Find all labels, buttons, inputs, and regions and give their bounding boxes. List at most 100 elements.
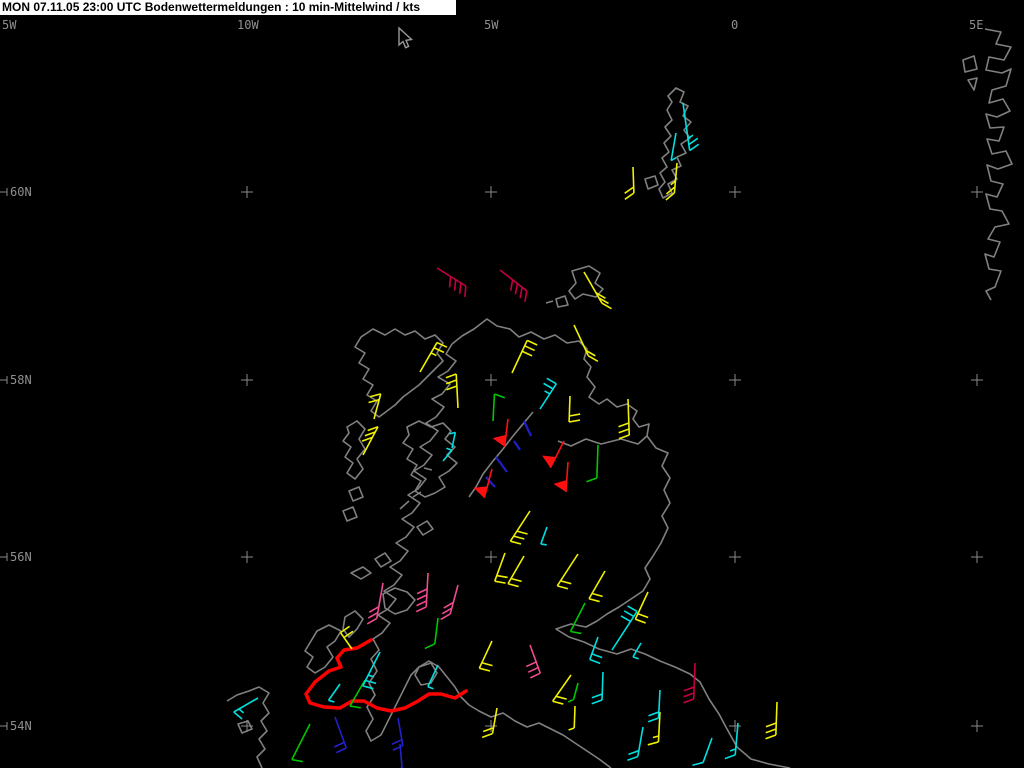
longitude-label: 5E: [969, 18, 983, 32]
grid-cross: [485, 374, 497, 386]
coastline: [644, 175, 659, 190]
coastline: [226, 686, 270, 768]
wind-barb: [333, 716, 348, 754]
wind-barb: [567, 682, 579, 703]
wind-barb: [551, 674, 572, 705]
grid-cross: [729, 551, 741, 563]
wind-barb: [683, 662, 696, 704]
coastline: [342, 506, 358, 522]
wind-barb: [647, 689, 661, 723]
wind-barb: [670, 132, 677, 162]
edge-tick: [0, 376, 8, 384]
wind-barb: [327, 683, 341, 703]
title-bar: MON 07.11.05 23:00 UTC Bodenwettermeldun…: [0, 0, 456, 15]
wind-barb: [540, 526, 548, 546]
wind-barb: [424, 617, 439, 650]
wind-barb: [509, 510, 531, 545]
coastline: [342, 420, 366, 480]
coastline: [402, 420, 458, 498]
longitude-label: 5W: [484, 18, 499, 32]
coastline: [348, 486, 364, 502]
grid-cross: [971, 374, 983, 386]
grid-labels: 5W 10W 5W 0 5E 60N 58N 56N 54N: [2, 18, 983, 733]
wind-barb: [634, 591, 649, 624]
coastline: [423, 467, 433, 471]
longitude-label: 0: [731, 18, 738, 32]
loch-segment: [495, 456, 508, 473]
coastline: [382, 587, 416, 615]
wind-barb: [588, 570, 606, 603]
wind-barb: [624, 166, 635, 200]
wind-barb: [539, 377, 558, 410]
wind-barb: [391, 717, 404, 751]
grid-cross: [729, 374, 741, 386]
coastline: [416, 520, 434, 536]
wind-barb-layer: [233, 102, 778, 768]
map-title: MON 07.11.05 23:00 UTC Bodenwettermeldun…: [2, 0, 421, 14]
coastline: [555, 295, 569, 308]
wind-barb: [419, 341, 448, 373]
wind-barb: [493, 552, 508, 584]
grid-cross: [485, 551, 497, 563]
loch-segment: [513, 440, 521, 451]
wind-barb: [233, 697, 259, 720]
wind-barb: [427, 664, 439, 690]
wind-barb: [542, 440, 565, 469]
wind-barb: [611, 605, 638, 651]
wind-barb: [492, 418, 509, 447]
grid-cross: [971, 720, 983, 732]
edge-tick: [0, 722, 8, 730]
wind-barb: [440, 584, 459, 621]
weather-app-window: 5W 10W 5W 0 5E 60N 58N 56N 54N MON 07.11.05 23:0…: [0, 0, 1024, 768]
wind-barb: [442, 447, 453, 462]
latitude-label: 56N: [10, 550, 32, 564]
coastline: [304, 624, 342, 674]
weather-map: 5W 10W 5W 0 5E 60N 58N 56N 54N: [0, 18, 1013, 768]
grid-cross: [971, 186, 983, 198]
grid-cross: [485, 186, 497, 198]
coastline: [545, 300, 554, 304]
wind-barb: [591, 671, 604, 705]
coastline: [962, 55, 978, 73]
wind-barb: [478, 640, 493, 672]
latitude-label: 60N: [10, 185, 32, 199]
wind-barb: [445, 373, 459, 409]
edge-tick: [0, 553, 8, 561]
wind-barb: [553, 461, 569, 492]
wind-barb: [499, 269, 528, 302]
wind-barb: [692, 737, 713, 767]
grid-cross: [241, 551, 253, 563]
longitude-label: 5W: [2, 18, 17, 32]
wind-barb: [511, 339, 538, 374]
wind-barb: [366, 582, 384, 625]
coastline: [237, 720, 253, 734]
coastline: [365, 343, 612, 768]
wind-barb: [765, 701, 778, 740]
cursor-layer: [398, 26, 414, 49]
loch-segment: [523, 420, 532, 437]
wind-barb: [556, 553, 579, 590]
latitude-label: 58N: [10, 373, 32, 387]
wind-barb: [568, 395, 581, 423]
coastline: [350, 566, 372, 580]
wind-barb: [436, 267, 467, 298]
wind-barb: [525, 644, 542, 679]
grid-layer: [0, 186, 983, 732]
wind-barb: [569, 602, 586, 635]
wind-barb: [291, 723, 311, 763]
coastline: [399, 500, 410, 510]
wind-barb: [586, 444, 599, 483]
wind-barb: [568, 705, 576, 731]
coastline: [967, 77, 978, 91]
mouse-cursor-icon[interactable]: [398, 26, 414, 49]
grid-cross: [729, 720, 741, 732]
coastline: [555, 435, 791, 768]
wind-barb: [507, 555, 525, 588]
coastline: [342, 610, 364, 638]
wind-barb: [492, 393, 506, 422]
wind-barb: [573, 324, 599, 363]
edge-tick: [0, 188, 8, 196]
grid-cross: [971, 551, 983, 563]
coastline: [468, 411, 534, 498]
coastline-layer: [226, 28, 1013, 768]
